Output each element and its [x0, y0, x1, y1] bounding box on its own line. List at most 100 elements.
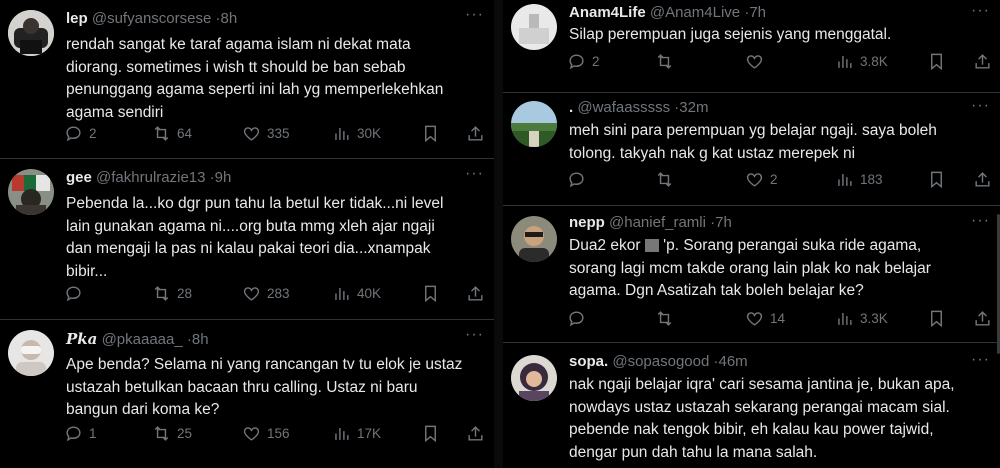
more-icon[interactable]: ···	[465, 6, 484, 24]
text-segment: 'p. Sorang perangai suka ride agama,	[663, 237, 922, 254]
repost-icon	[657, 171, 672, 187]
timestamp[interactable]: 7h	[715, 214, 732, 231]
views-button[interactable]: 30K	[332, 123, 381, 143]
display-name[interactable]: gee	[66, 169, 92, 186]
more-icon[interactable]: ···	[971, 212, 990, 230]
tweet[interactable]: nepp @hanief_ramli ·7h ··· Dua2 ekor 'p.…	[503, 206, 1000, 342]
share-button[interactable]	[466, 423, 485, 443]
repost-button[interactable]	[655, 308, 680, 328]
user-handle[interactable]: @Anam4Live	[650, 4, 740, 21]
views-button[interactable]: 40K	[332, 283, 381, 303]
timestamp[interactable]: 7h	[749, 4, 766, 21]
repost-button[interactable]: 64	[152, 123, 192, 143]
bookmark-button[interactable]	[927, 308, 946, 328]
share-button[interactable]	[973, 308, 992, 328]
like-button[interactable]: 156	[242, 423, 290, 443]
text-line: agama sendiri	[66, 103, 164, 121]
display-name[interactable]: lep	[66, 10, 88, 27]
tweet-text: Silap perempuan juga sejenis yang mengga…	[569, 24, 988, 47]
tweet[interactable]: Anam4Life @Anam4Live ·7h ··· Silap perem…	[503, 0, 1000, 92]
text-line: Pebenda la...ko dgr pun tahu la betul ke…	[66, 195, 444, 212]
avatar[interactable]	[511, 4, 557, 50]
like-button[interactable]: 2	[745, 169, 778, 189]
avatar[interactable]	[8, 10, 54, 56]
user-handle[interactable]: @pkaaaaa_	[102, 331, 183, 348]
repost-count: 25	[177, 425, 193, 441]
repost-button[interactable]	[655, 51, 680, 71]
reply-button[interactable]: 1	[64, 423, 97, 443]
reply-button[interactable]: 2	[567, 51, 600, 71]
like-button[interactable]: 283	[242, 283, 290, 303]
more-icon[interactable]: ···	[465, 165, 484, 183]
bookmark-icon	[425, 285, 436, 302]
share-button[interactable]	[973, 51, 992, 71]
views-icon	[838, 312, 852, 325]
timestamp[interactable]: 8h	[220, 10, 237, 27]
repost-button[interactable]: 25	[152, 423, 192, 443]
timestamp[interactable]: 46m	[719, 353, 748, 370]
text-line: rendah sangat ke taraf agama islam ni de…	[66, 36, 411, 53]
user-handle[interactable]: @wafaasssss	[577, 99, 670, 116]
share-icon	[975, 53, 990, 69]
tweet[interactable]: lep @sufyanscorsese ·8h ··· rendah sanga…	[0, 0, 494, 158]
like-button[interactable]	[745, 51, 770, 71]
share-button[interactable]	[973, 169, 992, 189]
share-button[interactable]	[466, 283, 485, 303]
more-icon[interactable]: ···	[465, 326, 484, 344]
reply-button[interactable]	[567, 169, 592, 189]
share-button[interactable]	[466, 123, 485, 143]
timestamp[interactable]: 32m	[679, 99, 708, 116]
like-button[interactable]: 335	[242, 123, 290, 143]
repost-count: 64	[177, 125, 193, 141]
views-count: 3.3K	[860, 310, 888, 326]
user-handle[interactable]: @sopasogood	[612, 353, 709, 370]
like-button[interactable]: 14	[745, 308, 785, 328]
tweet-header: Anam4Life @Anam4Live ·7h	[569, 4, 766, 22]
display-name[interactable]: Pka	[66, 330, 97, 348]
views-button[interactable]: 3.8K	[835, 51, 888, 71]
like-icon	[746, 54, 763, 69]
bookmark-button[interactable]	[927, 169, 946, 189]
bookmark-button[interactable]	[421, 283, 440, 303]
reply-button[interactable]	[64, 283, 89, 303]
timestamp[interactable]: 8h	[192, 331, 209, 348]
tweet[interactable]: Pka @pkaaaaa_ ·8h ··· Ape benda? Selama …	[0, 320, 494, 468]
display-name[interactable]: .	[569, 99, 573, 116]
more-icon[interactable]: ···	[971, 2, 990, 20]
user-handle[interactable]: @fakhrulrazie13	[96, 169, 205, 186]
reply-button[interactable]: 2	[64, 123, 97, 143]
tweet[interactable]: gee @fakhrulrazie13 ·9h ··· Pebenda la..…	[0, 159, 494, 319]
timestamp[interactable]: 9h	[215, 169, 232, 186]
bookmark-button[interactable]	[421, 423, 440, 443]
repost-button[interactable]	[655, 169, 680, 189]
avatar[interactable]	[8, 169, 54, 215]
user-handle[interactable]: @hanief_ramli	[609, 214, 706, 231]
avatar[interactable]	[8, 330, 54, 376]
right-column: Anam4Life @Anam4Live ·7h ··· Silap perem…	[503, 0, 1000, 468]
text-line: bangun dari koma ke?	[66, 401, 220, 418]
tweet[interactable]: . @wafaasssss ·32m ··· meh sini para per…	[503, 93, 1000, 205]
display-name[interactable]: nepp	[569, 214, 605, 231]
views-count: 30K	[357, 125, 382, 141]
reply-button[interactable]	[567, 308, 592, 328]
text-line: agama. Dgn Asatizah tak boleh belajar ke…	[569, 282, 864, 299]
views-button[interactable]: 17K	[332, 423, 381, 443]
repost-button[interactable]: 28	[152, 283, 192, 303]
views-icon	[335, 127, 349, 140]
bookmark-button[interactable]	[421, 123, 440, 143]
display-name[interactable]: Anam4Life	[569, 4, 646, 21]
views-button[interactable]: 183	[835, 169, 883, 189]
display-name[interactable]: sopa.	[569, 353, 608, 370]
avatar[interactable]	[511, 216, 557, 262]
more-icon[interactable]: ···	[971, 351, 990, 369]
action-bar: 28 283 40K	[64, 283, 485, 303]
text-line: sorang lagi mcm takde orang lain plak ko…	[569, 259, 931, 277]
user-handle[interactable]: @sufyanscorsese	[92, 10, 211, 27]
avatar[interactable]	[511, 101, 557, 147]
bookmark-button[interactable]	[927, 51, 946, 71]
text-line: Silap perempuan juga sejenis yang mengga…	[569, 26, 892, 43]
avatar[interactable]	[511, 355, 557, 401]
tweet[interactable]: sopa. @sopasogood ·46m ··· nak ngaji bel…	[503, 343, 1000, 468]
views-button[interactable]: 3.3K	[835, 308, 888, 328]
more-icon[interactable]: ···	[971, 97, 990, 115]
